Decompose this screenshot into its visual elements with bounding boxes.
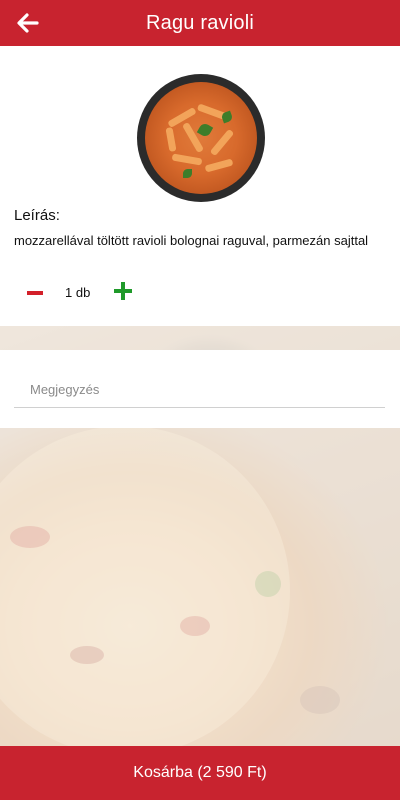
decrease-quantity-button[interactable] bbox=[22, 284, 48, 302]
description-text: mozzarellával töltött ravioli bolognai r… bbox=[14, 233, 369, 248]
note-section bbox=[0, 350, 400, 428]
arrow-left-icon bbox=[17, 13, 39, 33]
page-title: Ragu ravioli bbox=[145, 11, 254, 34]
back-button[interactable] bbox=[14, 9, 42, 37]
description-label: Leírás: bbox=[14, 207, 60, 224]
add-to-cart-button[interactable]: Kosárba (2 590 Ft) bbox=[0, 746, 400, 800]
increase-quantity-button[interactable] bbox=[112, 280, 134, 302]
quantity-stepper: 1 db bbox=[22, 280, 142, 304]
add-to-cart-label: Kosárba (2 590 Ft) bbox=[133, 764, 267, 781]
quantity-value: 1 db bbox=[65, 285, 91, 300]
product-image bbox=[137, 74, 265, 202]
product-card: Leírás: mozzarellával töltött ravioli bo… bbox=[0, 46, 400, 326]
note-input[interactable] bbox=[14, 372, 385, 408]
app-bar: Ragu ravioli bbox=[0, 0, 400, 46]
